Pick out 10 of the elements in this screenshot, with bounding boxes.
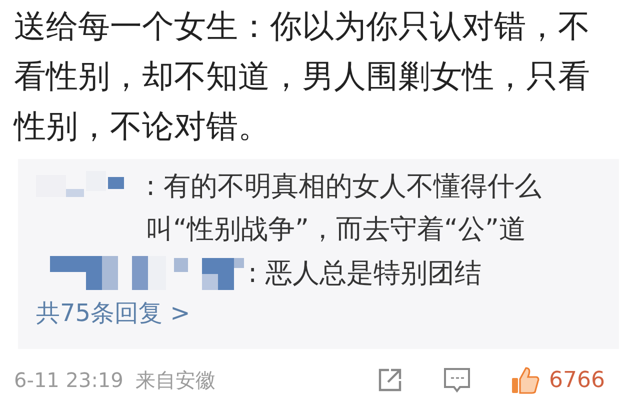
post-date: 6-11 23:19: [14, 367, 124, 394]
post-text: 送给每一个女生：你以为你只认对错，不看性别，却不知道，男人围剿女性，只看性别，不论对错。: [14, 6, 591, 147]
thumbs-up-icon[interactable]: [511, 365, 541, 395]
post-source: 来自安徽: [135, 367, 216, 394]
more-replies-link[interactable]: 共75条回复 >: [36, 295, 603, 331]
share-icon[interactable]: [377, 367, 403, 393]
like-count: 6766: [549, 366, 605, 394]
reply-text: : 恶人总是特别团结: [248, 257, 483, 291]
comment-icon[interactable]: [443, 366, 471, 394]
reply-text: : 有的不明真相的女人不懂得什么叫“性别战争”，而去守着“公”道: [146, 170, 543, 247]
